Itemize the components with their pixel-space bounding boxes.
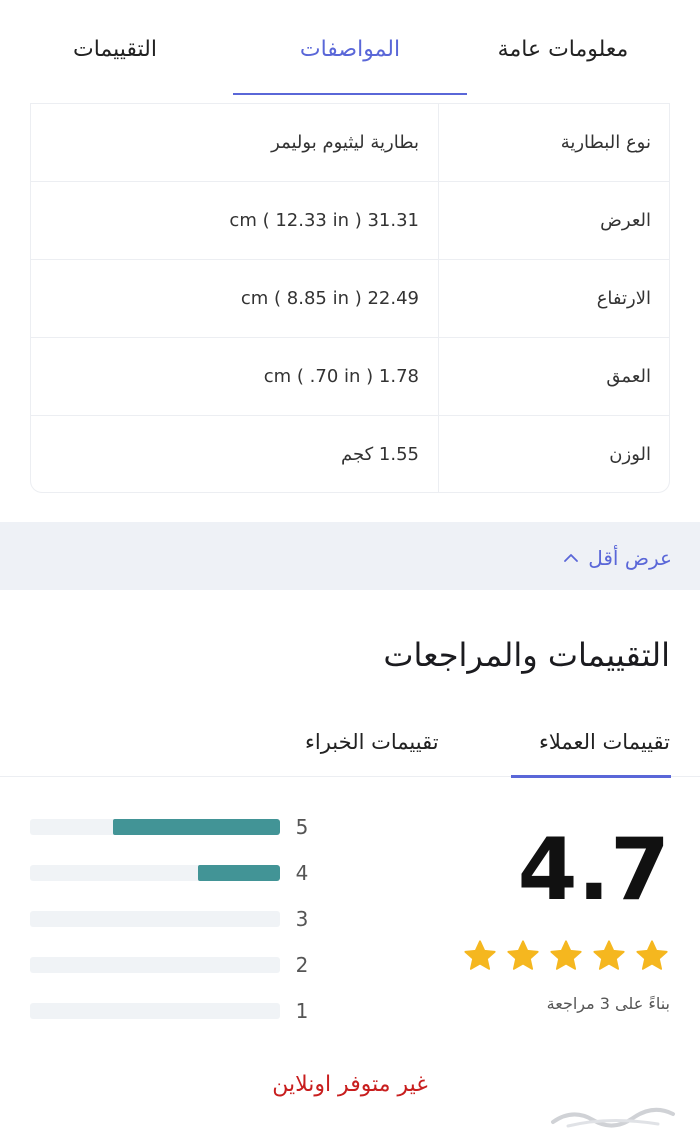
spec-label: العرض	[600, 210, 651, 231]
bar-track-4	[30, 865, 280, 881]
star-icon	[593, 940, 625, 970]
bar-label-3: 3	[295, 907, 309, 931]
bar-fill-5	[112, 819, 280, 835]
review-count: بناءً على 3 مراجعة	[546, 994, 670, 1013]
bar-label-5: 5	[295, 815, 309, 839]
average-score: 4.7	[517, 820, 670, 920]
spec-label: نوع البطارية	[560, 132, 651, 153]
star-icon	[550, 940, 582, 970]
spec-value: بطارية ليثيوم بوليمر	[271, 132, 419, 153]
tab-specifications[interactable]: المواصفات	[233, 30, 467, 70]
bar-track-5	[30, 819, 280, 835]
spec-divider	[438, 260, 439, 338]
bar-label-1: 1	[295, 999, 309, 1023]
spec-value: 1.78 cm ( .70 in )	[263, 366, 419, 387]
bar-track-2	[30, 957, 280, 973]
spec-label: العمق	[606, 366, 651, 387]
spec-divider	[438, 416, 439, 492]
tab-ratings[interactable]: التقييمات	[40, 30, 190, 70]
spec-divider	[438, 338, 439, 416]
spec-value: 22.49 cm ( 8.85 in )	[240, 288, 419, 309]
spec-row: الارتفاع 22.49 cm ( 8.85 in )	[31, 259, 669, 338]
chevron-up-icon	[564, 554, 579, 562]
active-subtab-indicator	[511, 775, 671, 778]
spec-divider	[438, 182, 439, 260]
spec-table: نوع البطارية بطارية ليثيوم بوليمر العرض …	[30, 103, 670, 493]
star-rating	[462, 938, 670, 974]
bar-label-2: 2	[295, 953, 309, 977]
availability-notice: غير متوفر اونلاين	[272, 1072, 428, 1097]
tab-customer-reviews[interactable]: تقييمات العملاء	[539, 722, 670, 762]
spec-label: الارتفاع	[596, 288, 651, 309]
spec-row: العمق 1.78 cm ( .70 in )	[31, 337, 669, 416]
spec-value: 1.55 كجم	[341, 444, 419, 465]
reviews-title: التقييمات والمراجعات	[383, 636, 670, 674]
star-icon	[507, 940, 539, 970]
star-icon	[636, 940, 668, 970]
show-less-button[interactable]: عرض أقل	[564, 538, 672, 578]
spec-row: نوع البطارية بطارية ليثيوم بوليمر	[31, 103, 669, 182]
spec-divider	[438, 104, 439, 182]
spec-row: العرض 31.31 cm ( 12.33 in )	[31, 181, 669, 260]
star-icon	[464, 940, 496, 970]
bar-track-1	[30, 1003, 280, 1019]
spec-label: الوزن	[609, 444, 651, 465]
show-less-label: عرض أقل	[588, 546, 672, 570]
tab-general-info[interactable]: معلومات عامة	[468, 30, 658, 70]
watermark-logo-icon	[551, 1107, 675, 1128]
bar-track-3	[30, 911, 280, 927]
bar-label-4: 4	[295, 861, 309, 885]
tab-expert-reviews[interactable]: تقييمات الخبراء	[305, 722, 439, 762]
spec-row: الوزن 1.55 كجم	[31, 415, 669, 492]
active-tab-indicator	[233, 93, 467, 95]
spec-value: 31.31 cm ( 12.33 in )	[229, 210, 419, 231]
bar-fill-4	[197, 865, 280, 881]
